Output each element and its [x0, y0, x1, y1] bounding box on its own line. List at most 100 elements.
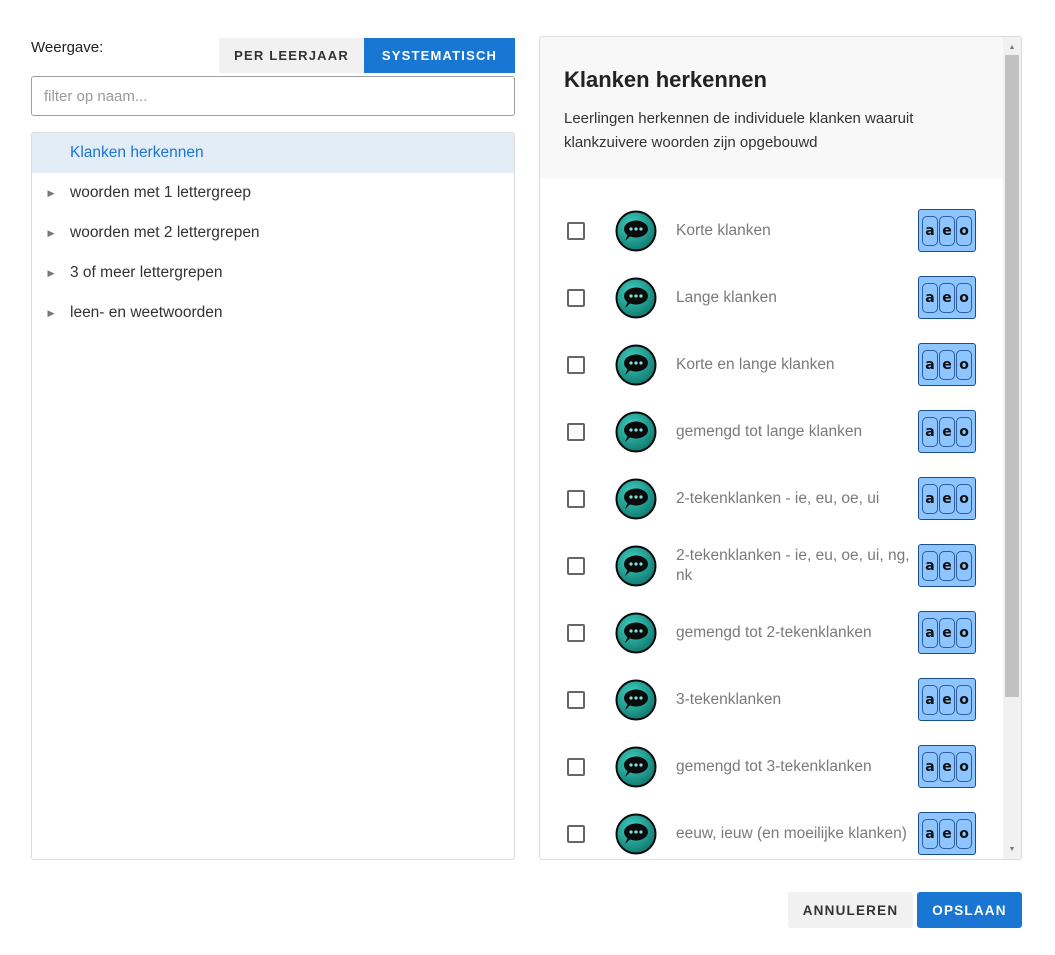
cancel-button[interactable]: ANNULEREN: [788, 892, 913, 928]
tree-item-woorden-2-lettergrepen[interactable]: ▶ woorden met 2 lettergrepen: [32, 213, 514, 253]
category-tree: Klanken herkennen ▶ woorden met 1 letter…: [31, 132, 515, 860]
exercise-item: 3-tekenklanken a e o: [540, 666, 1004, 733]
aeo-letter: a: [922, 416, 938, 447]
aeo-letter: e: [939, 550, 955, 581]
exercise-checkbox[interactable]: [567, 422, 585, 441]
scrollbar[interactable]: ▲ ▼: [1003, 37, 1021, 859]
speech-bubble-icon: [615, 478, 657, 520]
exercise-label: gemengd tot lange klanken: [676, 422, 863, 440]
exercise-item: gemengd tot 2-tekenklanken a e o: [540, 599, 1004, 666]
view-label: Weergave:: [31, 39, 104, 56]
aeo-letter: a: [922, 751, 938, 782]
aeo-letter: a: [922, 550, 938, 581]
exercise-item: Korte klanken a e o: [540, 197, 1004, 264]
exercise-label: Korte en lange klanken: [676, 355, 835, 373]
aeo-letter: e: [939, 818, 955, 849]
aeo-letters-icon[interactable]: aeo: [918, 812, 976, 855]
exercise-checkbox[interactable]: [567, 824, 585, 843]
expand-arrow-icon[interactable]: ▶: [32, 308, 70, 319]
view-toggle: PER LEERJAAR SYSTEMATISCH: [219, 38, 515, 73]
speech-bubble-icon: [615, 813, 657, 855]
exercise-checkbox[interactable]: [567, 221, 585, 240]
tree-item-label: woorden met 2 lettergrepen: [70, 224, 260, 241]
exercise-label: gemengd tot 3-tekenklanken: [676, 757, 872, 775]
aeo-letter: o: [956, 550, 972, 581]
aeo-letter: o: [956, 818, 972, 849]
exercise-item: 2-tekenklanken - ie, eu, oe, ui a e o: [540, 465, 1004, 532]
aeo-letters-icon[interactable]: aeo: [918, 477, 976, 520]
tree-item-klanken-herkennen[interactable]: Klanken herkennen: [32, 133, 514, 173]
aeo-letters-icon[interactable]: aeo: [918, 745, 976, 788]
tree-item-leen-en-weetwoorden[interactable]: ▶ leen- en weetwoorden: [32, 293, 514, 333]
speech-bubble-icon: [615, 210, 657, 252]
exercise-item: Korte en lange klanken a e o: [540, 331, 1004, 398]
expand-arrow-icon[interactable]: ▶: [32, 268, 70, 279]
exercise-checkbox[interactable]: [567, 757, 585, 776]
aeo-letter: e: [939, 751, 955, 782]
aeo-letter: o: [956, 483, 972, 514]
expand-arrow-icon[interactable]: ▶: [32, 228, 70, 239]
aeo-letter: o: [956, 684, 972, 715]
speech-bubble-icon: [615, 277, 657, 319]
aeo-letter: e: [939, 483, 955, 514]
aeo-letters-icon[interactable]: aeo: [918, 611, 976, 654]
scroll-up-icon[interactable]: ▲: [1003, 39, 1021, 55]
exercise-label: 2-tekenklanken - ie, eu, oe, ui, ng, nk: [676, 546, 910, 584]
panel-description: Leerlingen herkennen de individuele klan…: [564, 110, 914, 151]
exercise-label: eeuw, ieuw (en moeilijke klanken): [676, 824, 907, 842]
speech-bubble-icon: [615, 679, 657, 721]
aeo-letter: e: [939, 684, 955, 715]
scroll-thumb[interactable]: [1005, 55, 1019, 697]
tree-item-3-of-meer-lettergrepen[interactable]: ▶ 3 of meer lettergrepen: [32, 253, 514, 293]
aeo-letter: a: [922, 617, 938, 648]
exercise-checkbox[interactable]: [567, 623, 585, 642]
filter-input[interactable]: [31, 76, 515, 116]
expand-arrow-icon[interactable]: ▶: [32, 188, 70, 199]
aeo-letters-icon[interactable]: aeo: [918, 209, 976, 252]
aeo-letter: e: [939, 349, 955, 380]
speech-bubble-icon: [615, 612, 657, 654]
tree-item-label: 3 of meer lettergrepen: [70, 264, 223, 281]
aeo-letter: o: [956, 416, 972, 447]
aeo-letters-icon[interactable]: aeo: [918, 410, 976, 453]
detail-panel: Klanken herkennen Leerlingen herkennen d…: [539, 36, 1022, 860]
aeo-letter: a: [922, 684, 938, 715]
toggle-systematisch[interactable]: SYSTEMATISCH: [364, 38, 515, 73]
aeo-letters-icon[interactable]: aeo: [918, 678, 976, 721]
speech-bubble-icon: [615, 411, 657, 453]
scroll-down-icon[interactable]: ▼: [1003, 841, 1021, 857]
tree-item-label: woorden met 1 lettergreep: [70, 184, 251, 201]
exercise-checkbox[interactable]: [567, 288, 585, 307]
exercise-checkbox[interactable]: [567, 489, 585, 508]
exercise-checkbox[interactable]: [567, 355, 585, 374]
aeo-letters-icon[interactable]: aeo: [918, 544, 976, 587]
aeo-letter: o: [956, 282, 972, 313]
aeo-letter: e: [939, 282, 955, 313]
exercise-label: Lange klanken: [676, 288, 777, 306]
exercise-checkbox[interactable]: [567, 556, 585, 575]
aeo-letter: a: [922, 483, 938, 514]
speech-bubble-icon: [615, 344, 657, 386]
aeo-letters-icon[interactable]: aeo: [918, 276, 976, 319]
aeo-letter: a: [922, 818, 938, 849]
speech-bubble-icon: [615, 545, 657, 587]
aeo-letter: e: [939, 617, 955, 648]
exercise-label: Korte klanken: [676, 221, 771, 239]
tree-item-woorden-1-lettergreep[interactable]: ▶ woorden met 1 lettergreep: [32, 173, 514, 213]
exercise-label: 2-tekenklanken - ie, eu, oe, ui: [676, 489, 880, 507]
toggle-per-leerjaar[interactable]: PER LEERJAAR: [219, 38, 364, 73]
exercise-item: gemengd tot 3-tekenklanken a e o: [540, 733, 1004, 800]
aeo-letter: e: [939, 215, 955, 246]
exercise-label: gemengd tot 2-tekenklanken: [676, 623, 872, 641]
aeo-letter: a: [922, 215, 938, 246]
save-button[interactable]: OPSLAAN: [917, 892, 1022, 928]
exercise-item: Lange klanken a e o: [540, 264, 1004, 331]
aeo-letter: a: [922, 282, 938, 313]
speech-bubble-icon: [615, 746, 657, 788]
aeo-letters-icon[interactable]: aeo: [918, 343, 976, 386]
aeo-letter: o: [956, 751, 972, 782]
exercise-checkbox[interactable]: [567, 690, 585, 709]
aeo-letter: a: [922, 349, 938, 380]
aeo-letter: o: [956, 215, 972, 246]
tree-item-label: leen- en weetwoorden: [70, 304, 223, 321]
